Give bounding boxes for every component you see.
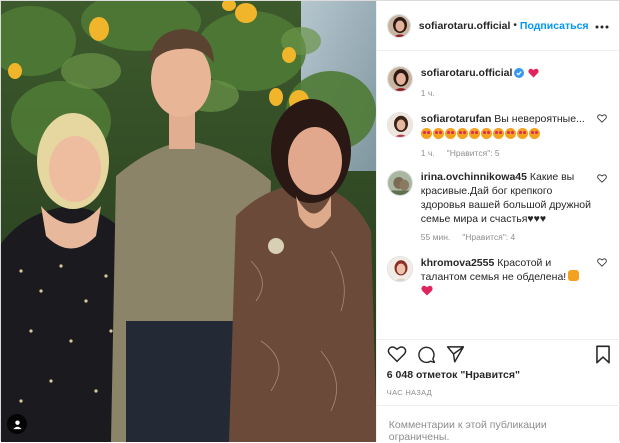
caption-username[interactable]: sofiarotaru.official [421, 67, 513, 79]
commenter-username[interactable]: irina.ovchinnikowa45 [421, 171, 527, 183]
heart-eyes-emoji [516, 128, 528, 139]
photo-illustration [1, 1, 376, 442]
comment-icon[interactable] [417, 345, 436, 367]
caption-text: sofiarotaru.official [421, 66, 593, 82]
red-heart-glyph [528, 68, 540, 78]
heart-eyes-emoji [420, 128, 432, 139]
author-username[interactable]: sofiarotaru.official [419, 20, 511, 32]
like-heart-glyph [387, 346, 407, 363]
heart-eyes-emoji [492, 128, 504, 139]
bookmark-icon[interactable] [595, 345, 611, 367]
caption-author-avatar[interactable] [386, 66, 413, 92]
red-heart-glyph [421, 285, 433, 296]
author-avatar-image [387, 14, 410, 37]
caption-meta: 1 ч. [421, 88, 593, 98]
heart-eyes-emoji [432, 128, 444, 139]
like-comment-heart-icon[interactable] [596, 114, 607, 126]
comment-text: sofiarotarufan Вы невероятные... [420, 112, 593, 142]
heart-eyes-emoji [468, 128, 480, 139]
comment-meta: 55 мин. "Нравится": 4 [421, 232, 593, 242]
follow-button[interactable]: Подписаться [520, 20, 589, 32]
comments-limited-notice: Комментарии к этой публикации ограничены… [376, 405, 620, 443]
like-comment-heart-icon[interactable] [596, 258, 607, 270]
post-header: sofiarotaru.official • Подписаться [376, 1, 619, 51]
heart-outline-glyph [596, 258, 607, 267]
comment-body: Вы невероятные... [494, 113, 585, 125]
heart-outline-glyph [596, 174, 607, 183]
user-tag-icon[interactable] [7, 414, 27, 434]
more-options-glyph [595, 25, 609, 29]
heart-eyes-emoji [456, 128, 468, 139]
commenter-avatar[interactable] [386, 112, 413, 138]
heart-eyes-emoji [528, 128, 540, 139]
comment-item: khromova2555 Красотой и талантом семья н… [386, 242, 611, 300]
comment-time[interactable]: 55 мин. [421, 232, 450, 242]
heart-eyes-emoji [444, 128, 456, 139]
commenter-avatar-image [387, 113, 412, 137]
share-plane-glyph [446, 346, 464, 363]
heart-outline-glyph [596, 114, 607, 123]
comment-item: sofiarotarufan Вы невероятные... 1 ч. "Н… [386, 98, 611, 158]
emoji-row [420, 128, 593, 142]
heart-eyes-emoji [480, 128, 492, 139]
author-avatar[interactable] [386, 13, 411, 38]
comment-likes[interactable]: "Нравится": 4 [462, 232, 515, 242]
post-actions-bar [376, 339, 620, 371]
more-options-icon[interactable] [595, 20, 609, 32]
heart-icon[interactable] [387, 345, 407, 366]
commenter-username[interactable]: khromova2555 [421, 257, 495, 269]
thumbs-up-emoji [568, 270, 580, 281]
red-heart-emoji [528, 68, 540, 82]
commenter-username[interactable]: sofiarotarufan [421, 113, 492, 125]
caption: sofiarotaru.official 1 ч. [386, 52, 611, 98]
post-photo[interactable] [1, 1, 376, 442]
likes-count[interactable]: 6 048 отметок "Нравится" [387, 369, 520, 381]
commenter-avatar-image [387, 171, 412, 195]
bookmark-glyph [595, 345, 610, 363]
commenter-avatar-image [387, 257, 412, 281]
comment-text: irina.ovchinnikowa45 Какие вы красивые.Д… [421, 170, 593, 226]
red-heart-emoji [421, 285, 433, 300]
comment-bubble-glyph [418, 346, 435, 363]
share-icon[interactable] [446, 345, 465, 366]
comment-meta: 1 ч. "Нравится": 5 [421, 148, 593, 158]
caption-avatar-image [387, 67, 412, 91]
user-tag-glyph [12, 419, 22, 429]
heart-eyes-emoji [504, 128, 516, 139]
comment-likes[interactable]: "Нравится": 5 [447, 148, 500, 158]
comment-time[interactable]: 1 ч. [421, 148, 435, 158]
verified-badge-glyph [514, 68, 525, 78]
post-side-panel: sofiarotaru.official • Подписаться sofia… [375, 1, 620, 443]
like-comment-heart-icon[interactable] [596, 174, 607, 186]
header-separator: • [513, 20, 517, 31]
verified-badge-icon [514, 68, 525, 82]
comment-text: khromova2555 Красотой и талантом семья н… [421, 256, 593, 300]
comment-item: irina.ovchinnikowa45 Какие вы красивые.Д… [386, 158, 611, 242]
post-timestamp[interactable]: ЧАС НАЗАД [387, 388, 432, 397]
caption-time[interactable]: 1 ч. [421, 88, 435, 98]
commenter-avatar[interactable] [386, 170, 413, 196]
instagram-post-modal: sofiarotaru.official • Подписаться sofia… [0, 0, 620, 443]
commenter-avatar[interactable] [386, 256, 413, 282]
comments-list[interactable]: sofiarotaru.official 1 ч. sofiarotarufan… [377, 52, 620, 339]
